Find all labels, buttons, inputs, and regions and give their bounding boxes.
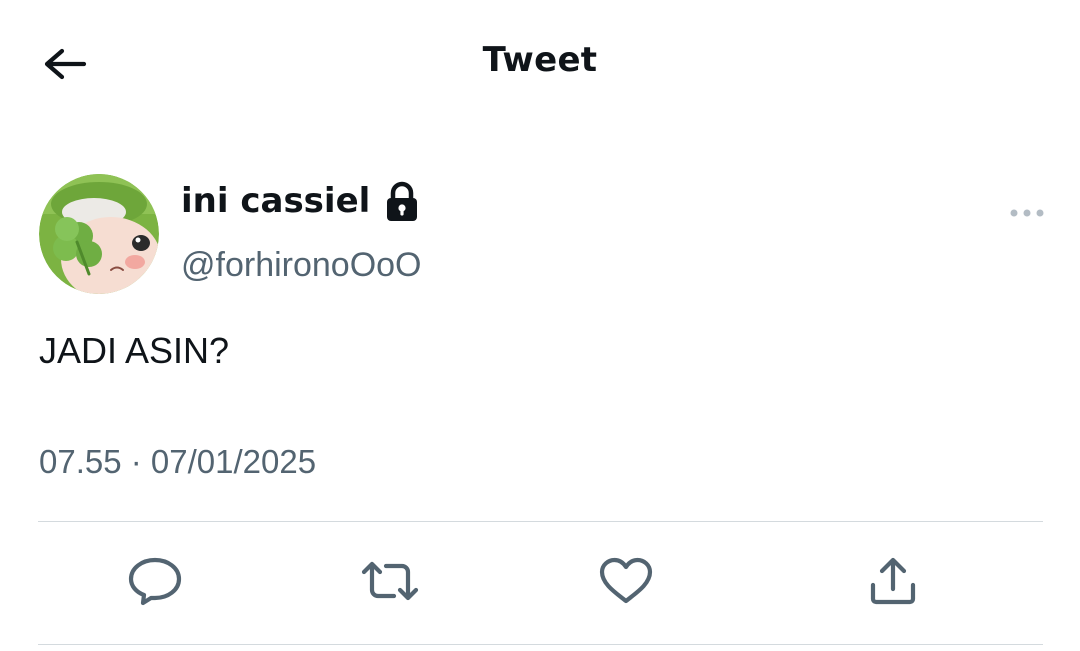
lock-icon (384, 180, 420, 222)
reply-button[interactable] (125, 553, 185, 613)
divider (38, 521, 1043, 522)
avatar[interactable] (39, 174, 159, 294)
retweet-icon (358, 558, 422, 609)
top-bar: Tweet (0, 0, 1080, 125)
author-handle[interactable]: @forhironoOoO (181, 246, 422, 285)
tweet-timestamp[interactable]: 07.55 · 07/01/2025 (39, 443, 316, 481)
reply-icon (127, 556, 183, 611)
page-title: Tweet (482, 40, 598, 80)
author-display-name: ini cassiel (181, 181, 371, 221)
more-dots-icon (1009, 205, 1045, 223)
more-options-button[interactable] (1004, 198, 1050, 230)
share-icon (868, 555, 918, 612)
author-name[interactable]: ini cassiel (181, 180, 420, 222)
tweet-text: JADI ASIN? (39, 330, 230, 371)
heart-icon (598, 556, 654, 611)
like-button[interactable] (596, 553, 656, 613)
share-button[interactable] (863, 553, 923, 613)
retweet-button[interactable] (360, 553, 420, 613)
divider (38, 644, 1043, 645)
